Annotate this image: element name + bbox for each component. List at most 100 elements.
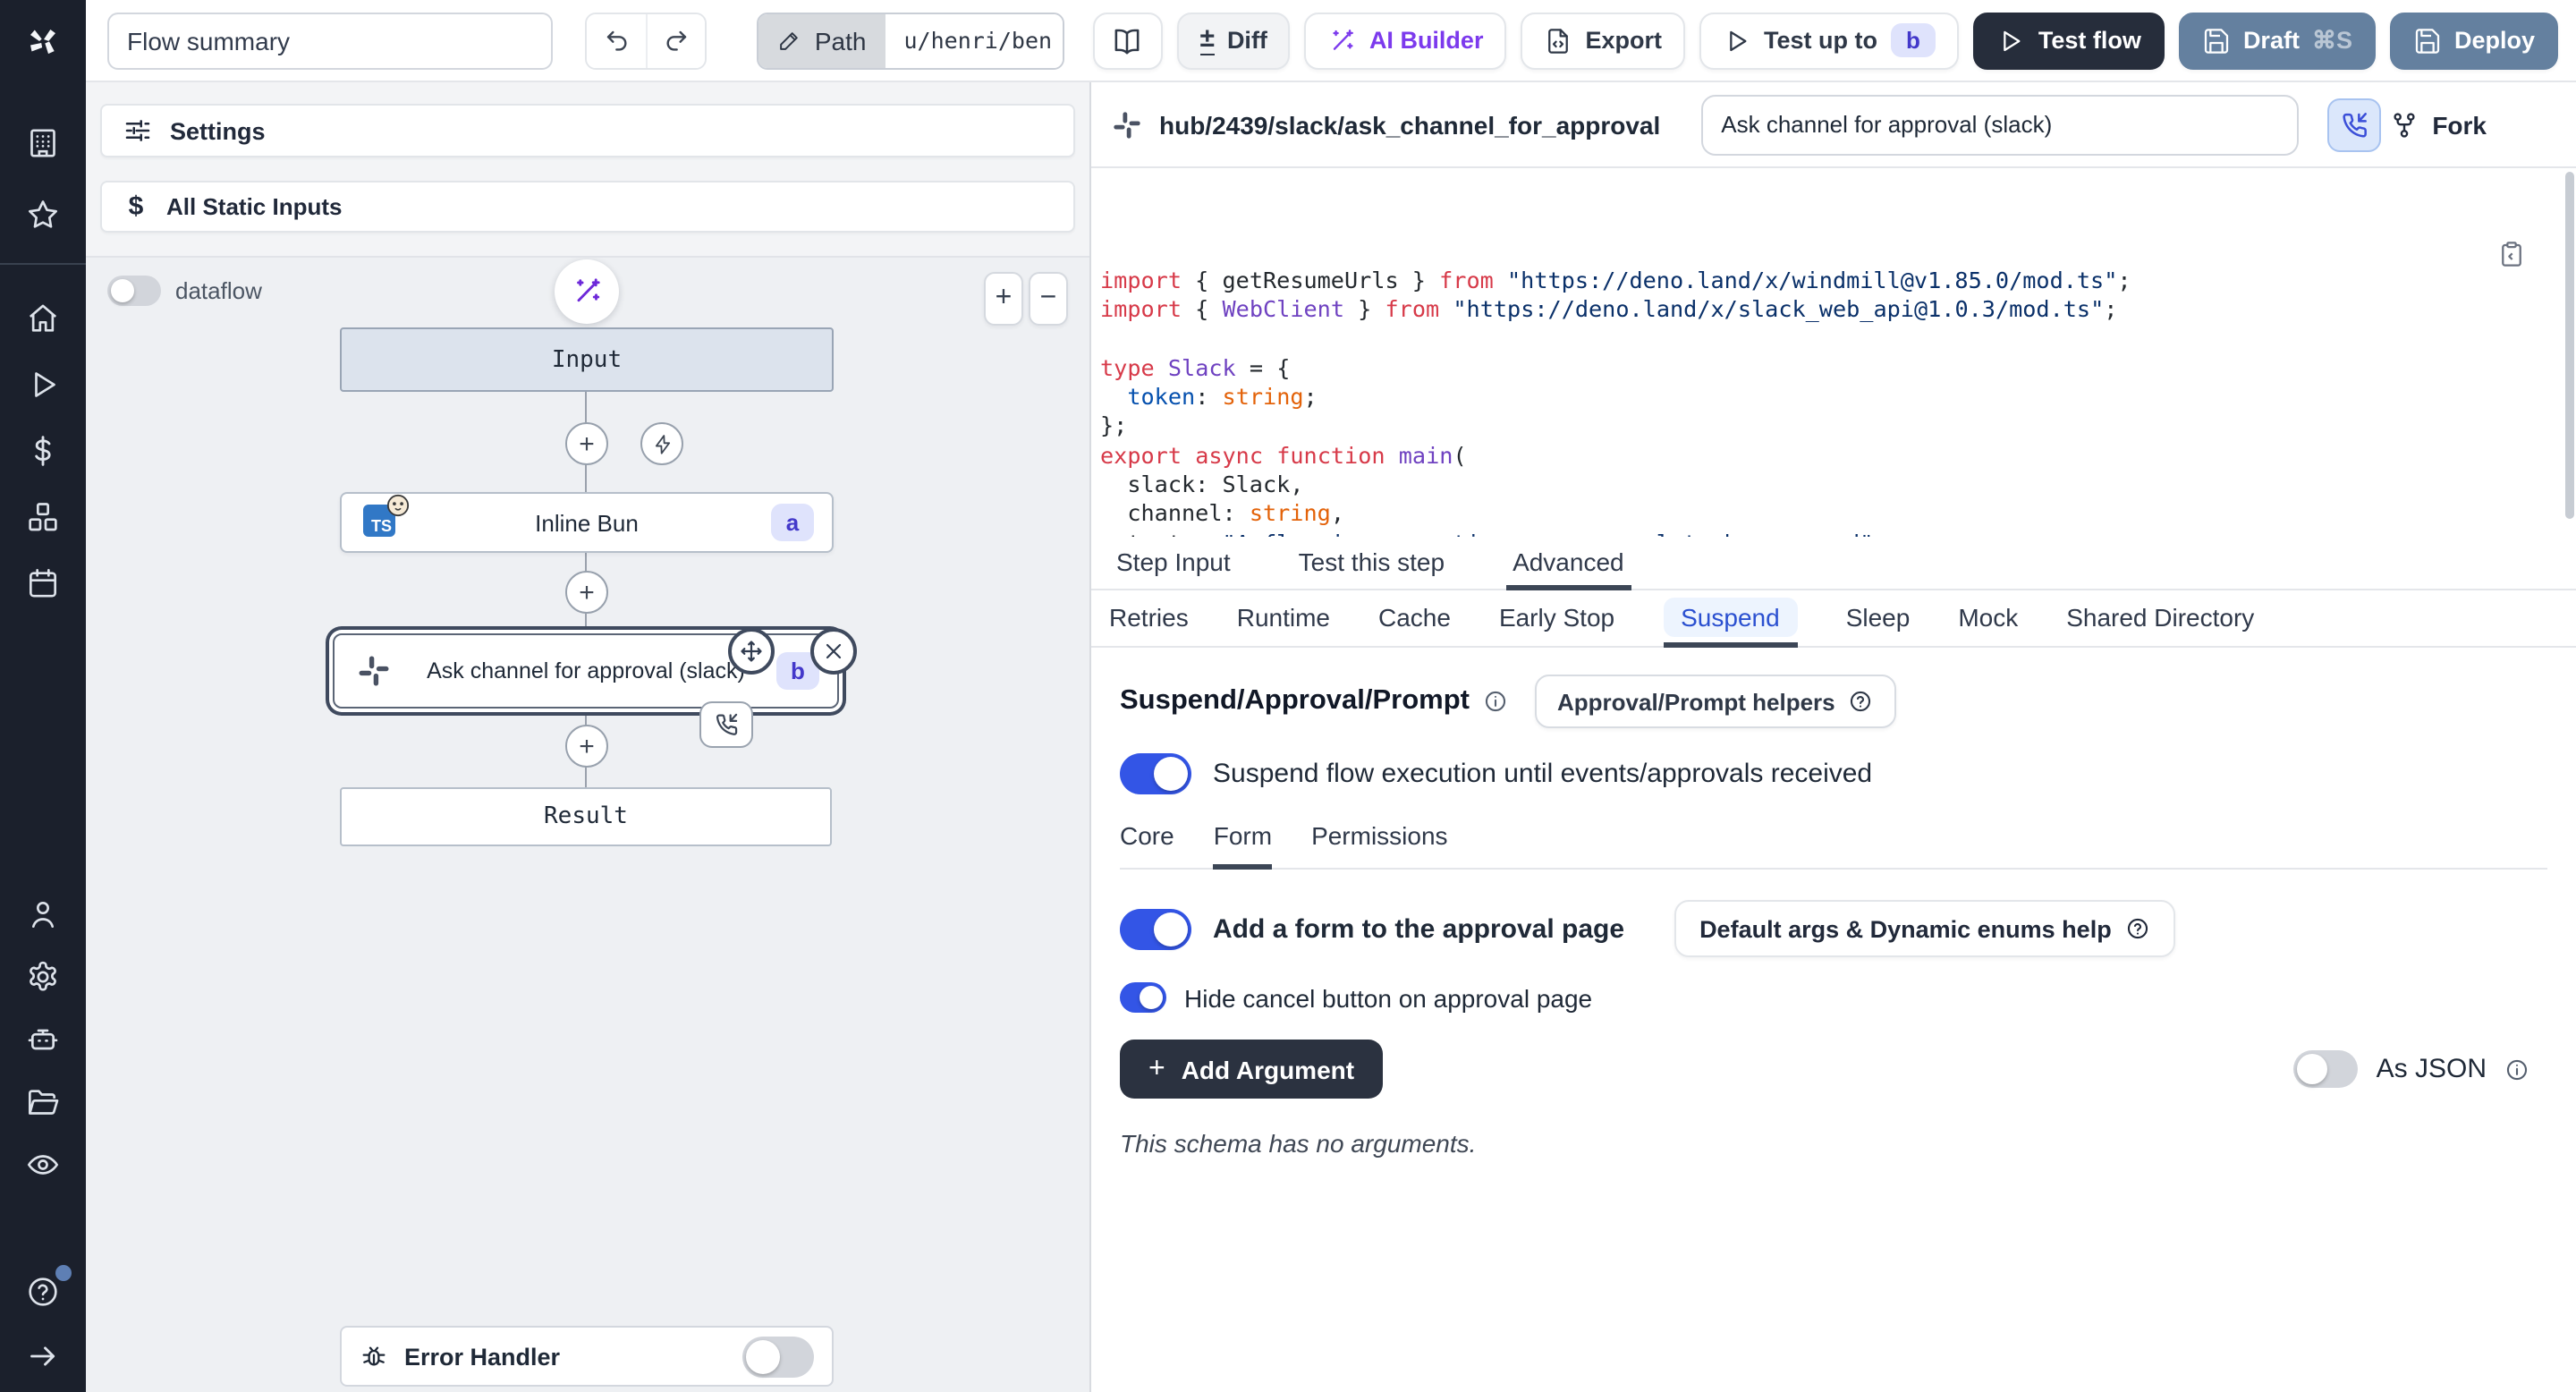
flow-summary-input[interactable] (107, 12, 553, 69)
collapse-arrow-icon[interactable] (18, 1335, 68, 1378)
suspend-flow-toggle[interactable] (1120, 753, 1191, 794)
diff-button[interactable]: ± Diff (1176, 12, 1290, 69)
path-label: Path (815, 26, 867, 55)
export-button[interactable]: Export (1521, 12, 1685, 69)
ai-flow-wand-button[interactable] (555, 259, 619, 324)
favorites-star-icon[interactable] (18, 193, 68, 236)
flow-node-inline-bun[interactable]: TS Inline Bun a (340, 492, 834, 553)
hide-cancel-toggle[interactable] (1120, 982, 1166, 1013)
main-area: Path u/henri/ben ± Diff AI Builder Expor… (86, 0, 2576, 1392)
info-icon (2504, 1057, 2529, 1082)
suspend-section: Suspend/Approval/Prompt Approval/Prompt … (1091, 648, 2576, 1392)
insert-step-button[interactable]: + (565, 725, 608, 768)
flow-node-input[interactable]: Input (340, 327, 834, 392)
delete-node-button[interactable] (810, 628, 857, 675)
subtab-mock[interactable]: Mock (1958, 590, 2018, 648)
windmill-logo-icon[interactable] (25, 0, 61, 82)
copy-code-icon[interactable] (2334, 211, 2526, 306)
suspend-tab-core[interactable]: Core (1120, 821, 1174, 870)
content-split: Settings $ All Static Inputs dataflow + … (86, 82, 2576, 1392)
redo-button[interactable] (647, 13, 706, 67)
suspend-tab-permissions[interactable]: Permissions (1311, 821, 1448, 870)
step-summary-input[interactable] (1701, 94, 2299, 155)
variables-dollar-icon[interactable] (18, 429, 68, 472)
suspend-tab-form[interactable]: Form (1214, 821, 1272, 870)
tab-advanced[interactable]: Advanced (1505, 537, 1631, 590)
runs-play-icon[interactable] (18, 363, 68, 406)
subtab-suspend[interactable]: Suspend (1663, 590, 1798, 648)
file-export-icon (1544, 26, 1572, 55)
draft-shortcut: ⌘S (2312, 26, 2352, 55)
windmill-flow-editor: Path u/henri/ben ± Diff AI Builder Expor… (0, 0, 2576, 1392)
default-args-help-button[interactable]: Default args & Dynamic enums help (1674, 900, 2176, 957)
tab-step-input[interactable]: Step Input (1109, 537, 1238, 590)
undo-button[interactable] (587, 13, 646, 67)
sidebar-divider (0, 263, 86, 265)
suspend-toggle-label: Suspend flow execution until events/appr… (1213, 759, 1872, 789)
close-icon (821, 639, 846, 664)
hub-script-path: hub/2439/slack/ask_channel_for_approval (1159, 110, 1660, 139)
dataflow-toggle[interactable] (107, 276, 161, 306)
sliders-icon (123, 116, 152, 145)
subtab-shared-directory[interactable]: Shared Directory (2066, 590, 2254, 648)
error-handler-card[interactable]: Error Handler (340, 1326, 834, 1387)
path-value[interactable]: u/henri/ben (886, 13, 1064, 67)
all-static-inputs-button[interactable]: $ All Static Inputs (100, 181, 1075, 233)
docs-book-button[interactable] (1092, 12, 1162, 69)
as-json-group: As JSON (2294, 1050, 2529, 1088)
insert-step-button[interactable]: + (565, 571, 608, 614)
question-circle-icon (1848, 689, 1873, 714)
subtab-early-stop[interactable]: Early Stop (1499, 590, 1614, 648)
subtab-sleep[interactable]: Sleep (1846, 590, 1911, 648)
play-icon (1723, 26, 1751, 55)
error-handler-toggle[interactable] (742, 1336, 814, 1377)
zoom-out-button[interactable]: − (1029, 272, 1068, 326)
trigger-lightning-button[interactable] (640, 422, 683, 465)
suspend-inner-tabs: Core Form Permissions (1120, 821, 2547, 870)
zoom-in-button[interactable]: + (984, 272, 1023, 326)
test-up-to-button[interactable]: Test up to b (1699, 12, 1960, 69)
approval-prompt-helpers-button[interactable]: Approval/Prompt helpers (1534, 675, 1896, 728)
deploy-button[interactable]: Deploy (2390, 12, 2558, 69)
schedules-calendar-icon[interactable] (18, 562, 68, 605)
suspend-phone-button[interactable] (2327, 98, 2381, 151)
path-segment[interactable]: Path (759, 13, 886, 67)
add-argument-button[interactable]: + Add Argument (1120, 1040, 1383, 1099)
flow-node-result[interactable]: Result (340, 787, 832, 846)
settings-gear-icon[interactable] (18, 955, 68, 998)
users-person-icon[interactable] (18, 893, 68, 936)
add-form-label: Add a form to the approval page (1213, 913, 1624, 944)
add-form-toggle[interactable] (1120, 908, 1191, 949)
argument-actions-row: + Add Argument As JSON (1120, 1040, 2547, 1099)
tab-test-this-step[interactable]: Test this step (1292, 537, 1452, 590)
insert-step-button[interactable]: + (565, 422, 608, 465)
code-editor[interactable]: import { getResumeUrls } from "https://d… (1091, 168, 2576, 537)
folders-icon[interactable] (18, 1081, 68, 1124)
draft-button[interactable]: Draft ⌘S (2179, 12, 2376, 69)
subtab-cache[interactable]: Cache (1378, 590, 1451, 648)
phone-incoming-icon (2340, 110, 2368, 139)
fork-button[interactable]: Fork (2389, 110, 2487, 139)
home-icon[interactable] (18, 297, 68, 340)
flow-settings-button[interactable]: Settings (100, 104, 1075, 157)
help-notification-dot (55, 1265, 72, 1281)
move-node-handle[interactable] (728, 628, 775, 675)
panel-scrollbar[interactable] (2565, 172, 2574, 519)
magic-wand-icon (571, 276, 603, 308)
as-json-toggle[interactable] (2294, 1050, 2359, 1088)
subtab-retries[interactable]: Retries (1109, 590, 1189, 648)
subtab-runtime[interactable]: Runtime (1237, 590, 1330, 648)
ai-builder-button[interactable]: AI Builder (1305, 12, 1507, 69)
book-icon (1111, 24, 1143, 56)
bug-icon (360, 1342, 388, 1371)
path-control[interactable]: Path u/henri/ben (758, 12, 1064, 69)
help-question-icon[interactable] (18, 1270, 68, 1313)
workspace-building-icon[interactable] (18, 122, 68, 165)
audit-eye-icon[interactable] (18, 1143, 68, 1186)
resources-cubes-icon[interactable] (18, 496, 68, 539)
suspend-phone-badge (699, 701, 753, 748)
test-flow-button[interactable]: Test flow (1974, 12, 2165, 69)
workers-robot-icon[interactable] (18, 1018, 68, 1061)
play-icon (1997, 26, 2026, 55)
flow-graph-canvas[interactable]: dataflow + − Input + (86, 256, 1089, 1392)
